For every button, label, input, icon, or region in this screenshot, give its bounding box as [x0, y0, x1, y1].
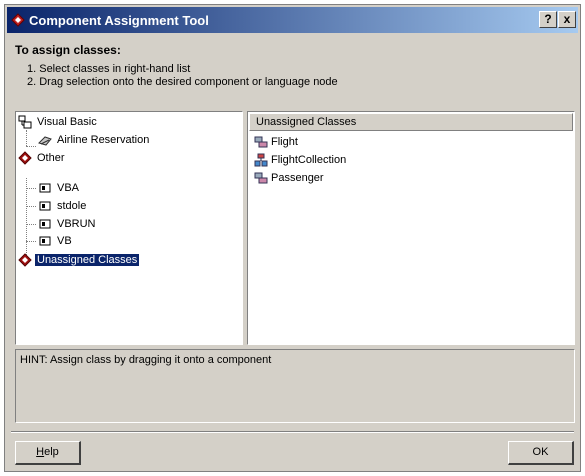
- class-icon: [254, 172, 268, 184]
- button-divider: [11, 431, 574, 433]
- tree-connector: [26, 206, 36, 207]
- tree-connector: [26, 130, 27, 146]
- tree-node-label: Visual Basic: [37, 116, 97, 129]
- collection-class-icon: [254, 153, 268, 167]
- diamond-node-icon: [18, 253, 32, 267]
- tree-node-unassigned-classes[interactable]: Unassigned Classes: [18, 252, 140, 268]
- list-item-label: FlightCollection: [271, 154, 347, 166]
- class-icon: [254, 136, 268, 148]
- tree-connector: [26, 224, 36, 225]
- hint-area: HINT: Assign class by dragging it onto a…: [15, 349, 575, 423]
- help-accelerator: H: [36, 446, 45, 458]
- app-diamond-icon: [11, 13, 25, 27]
- tree-connector: [26, 241, 36, 242]
- instructions-heading: To assign classes:: [15, 43, 121, 57]
- close-button[interactable]: x: [558, 11, 576, 28]
- component-assignment-dialog: Component Assignment Tool ? x To assign …: [4, 4, 581, 472]
- tree-node-vbrun[interactable]: VBRUN: [38, 216, 98, 232]
- instruction-step-2: 2. Drag selection onto the desired compo…: [27, 76, 338, 88]
- library-icon: [39, 201, 51, 211]
- help-label-rest: elp: [44, 446, 59, 458]
- tree-node-label: Other: [37, 152, 65, 165]
- title-bar[interactable]: Component Assignment Tool ? x: [7, 7, 578, 33]
- context-help-button[interactable]: ?: [539, 11, 557, 28]
- tree-node-vb[interactable]: VB: [38, 233, 74, 249]
- tree-connector: [26, 146, 36, 147]
- tree-node-label: VBA: [57, 182, 80, 195]
- tree-node-other[interactable]: Other: [18, 150, 67, 166]
- tree-node-visual-basic[interactable]: Visual Basic: [18, 114, 99, 130]
- window-title: Component Assignment Tool: [29, 13, 209, 28]
- tree-connector: [26, 188, 36, 189]
- component-icon: [38, 136, 52, 146]
- diamond-node-icon: [18, 151, 32, 165]
- list-column-header[interactable]: Unassigned Classes: [249, 113, 573, 131]
- tree-node-label: stdole: [57, 200, 87, 213]
- unassigned-classes-list[interactable]: Unassigned Classes Flight FlightCollecti…: [247, 111, 575, 345]
- tree-node-label: Airline Reservation: [57, 134, 150, 147]
- library-icon: [39, 183, 51, 193]
- component-tree[interactable]: Visual Basic Airline Reservation Other V…: [15, 111, 243, 345]
- library-icon: [39, 219, 51, 229]
- help-button[interactable]: Help: [15, 441, 81, 465]
- tree-node-label: Unassigned Classes: [35, 254, 140, 267]
- list-item-flightcollection[interactable]: FlightCollection: [254, 152, 346, 168]
- tree-connector: [26, 178, 27, 255]
- list-item-label: Passenger: [271, 172, 324, 184]
- list-item-flight[interactable]: Flight: [254, 134, 298, 150]
- list-item-label: Flight: [271, 136, 298, 148]
- tree-node-vba[interactable]: VBA: [38, 180, 81, 196]
- tree-node-stdole[interactable]: stdole: [38, 198, 88, 214]
- tree-node-label: VB: [57, 235, 72, 248]
- vb-project-icon: [18, 115, 32, 129]
- library-icon: [39, 236, 51, 246]
- instruction-step-1: 1. Select classes in right-hand list: [27, 63, 191, 75]
- ok-button[interactable]: OK: [508, 441, 574, 465]
- tree-node-label: VBRUN: [57, 218, 96, 231]
- list-item-passenger[interactable]: Passenger: [254, 170, 324, 186]
- tree-node-airline-reservation[interactable]: Airline Reservation: [38, 132, 151, 148]
